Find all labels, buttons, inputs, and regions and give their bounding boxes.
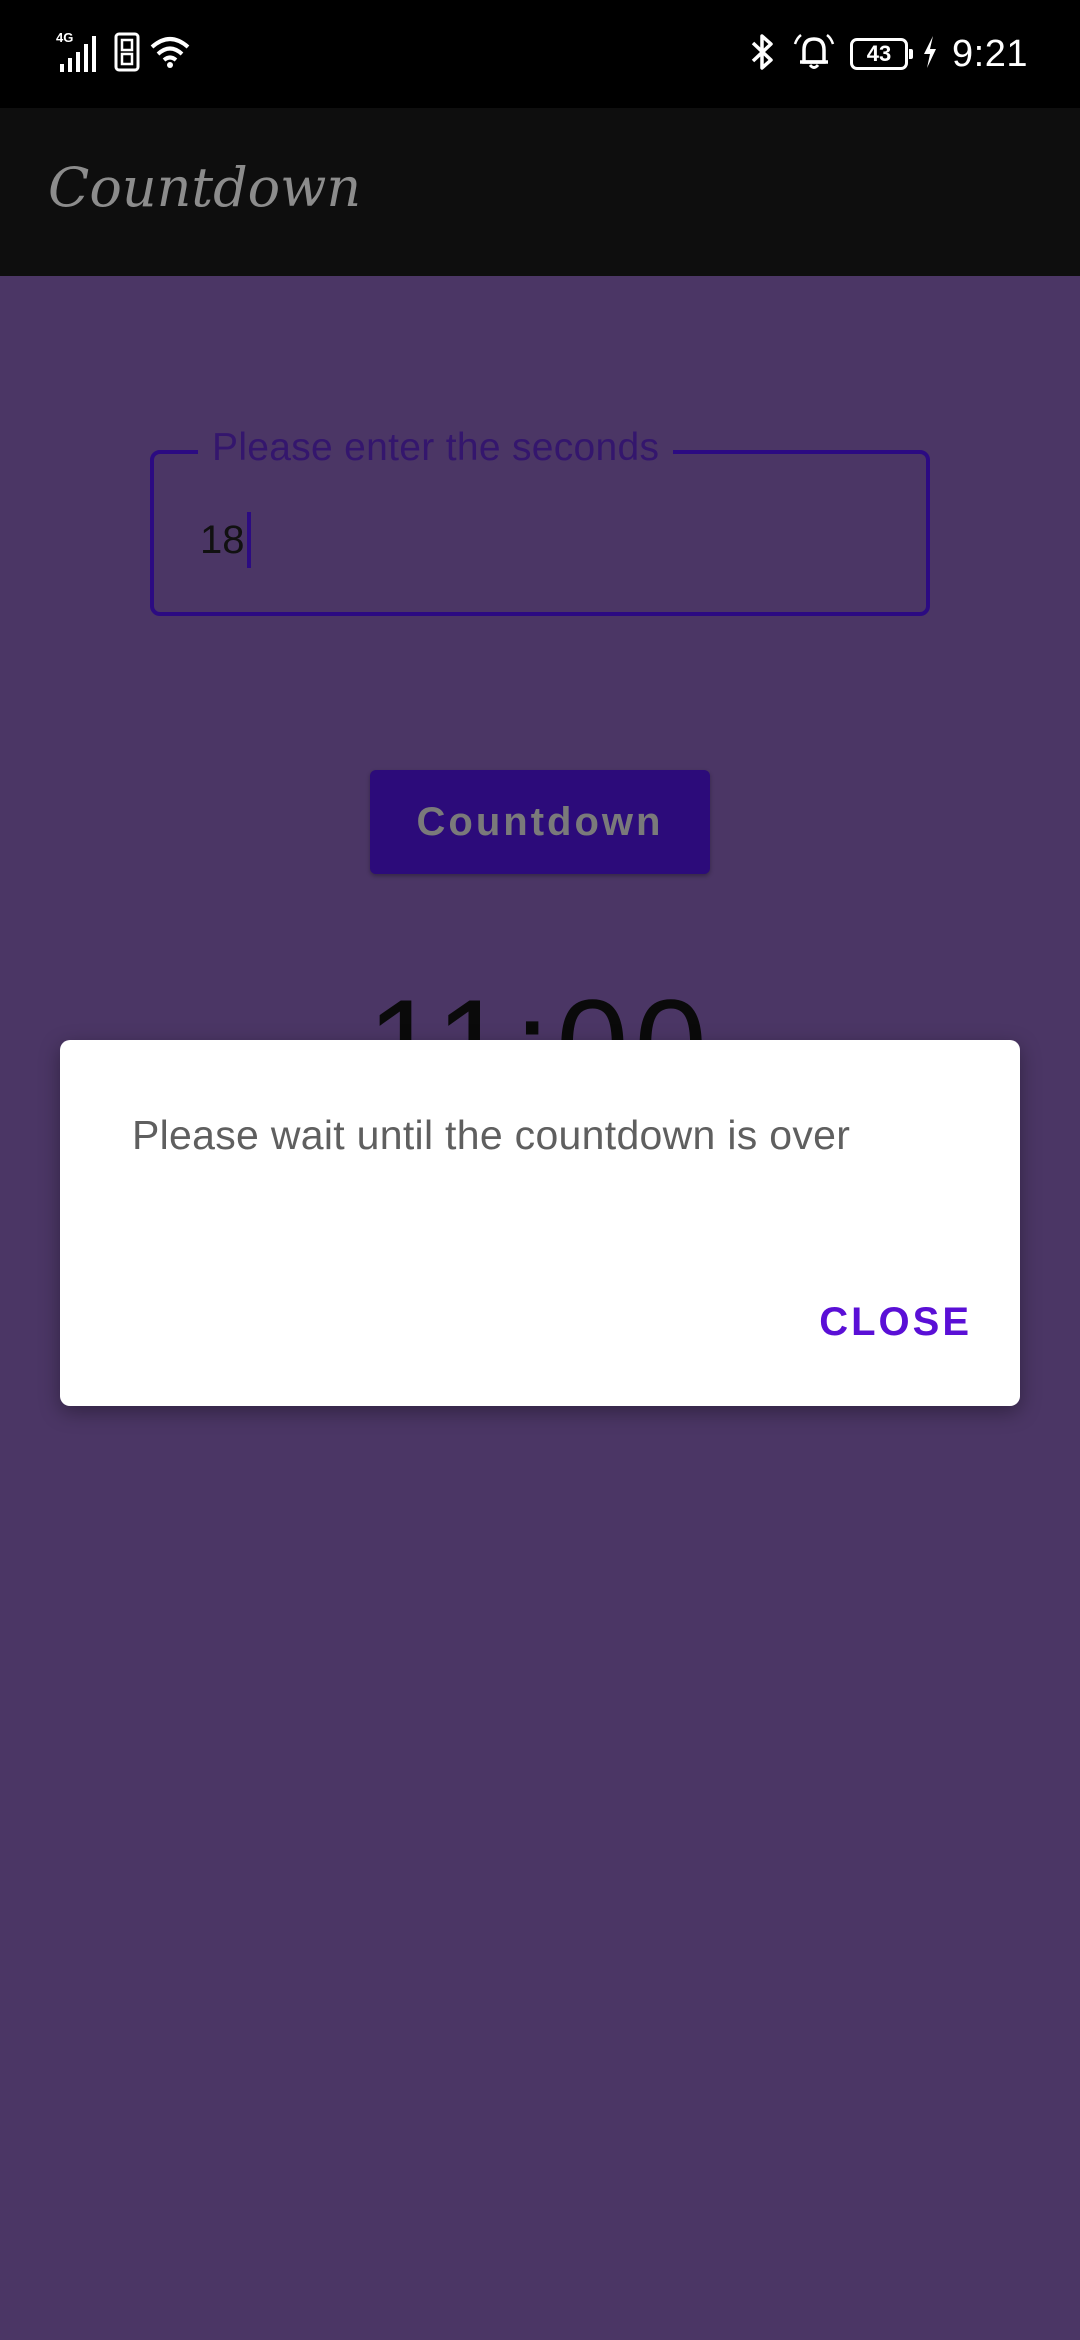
- battery-level: 43: [866, 41, 892, 66]
- seconds-input-label: Please enter the seconds: [198, 426, 674, 470]
- seconds-value-text: 18: [200, 517, 245, 562]
- status-bar: 4G 43 9:21: [0, 0, 1080, 108]
- alarm-icon: [792, 32, 836, 77]
- wait-dialog: Please wait until the countdown is over …: [60, 1040, 1020, 1406]
- wifi-icon: [150, 35, 190, 74]
- battery-icon: 43: [850, 38, 914, 70]
- svg-text:4G: 4G: [56, 30, 73, 45]
- app-bar: Countdown: [0, 108, 1080, 276]
- app-title: Countdown: [48, 156, 362, 219]
- seconds-input-value[interactable]: 18: [200, 512, 251, 568]
- countdown-button[interactable]: Countdown: [370, 770, 710, 874]
- signal-icon: 4G: [56, 30, 104, 79]
- charging-icon: [922, 35, 938, 74]
- status-time: 9:21: [952, 32, 1028, 75]
- bluetooth-icon: [748, 32, 778, 77]
- close-button[interactable]: CLOSE: [819, 1300, 972, 1345]
- dialog-message: Please wait until the countdown is over: [132, 1112, 851, 1158]
- status-left: 4G: [56, 30, 190, 78]
- status-right: 43 9:21: [748, 26, 1028, 82]
- text-caret: [246, 512, 251, 568]
- sim-icon: [114, 32, 140, 77]
- seconds-input[interactable]: Please enter the seconds 18: [150, 426, 930, 616]
